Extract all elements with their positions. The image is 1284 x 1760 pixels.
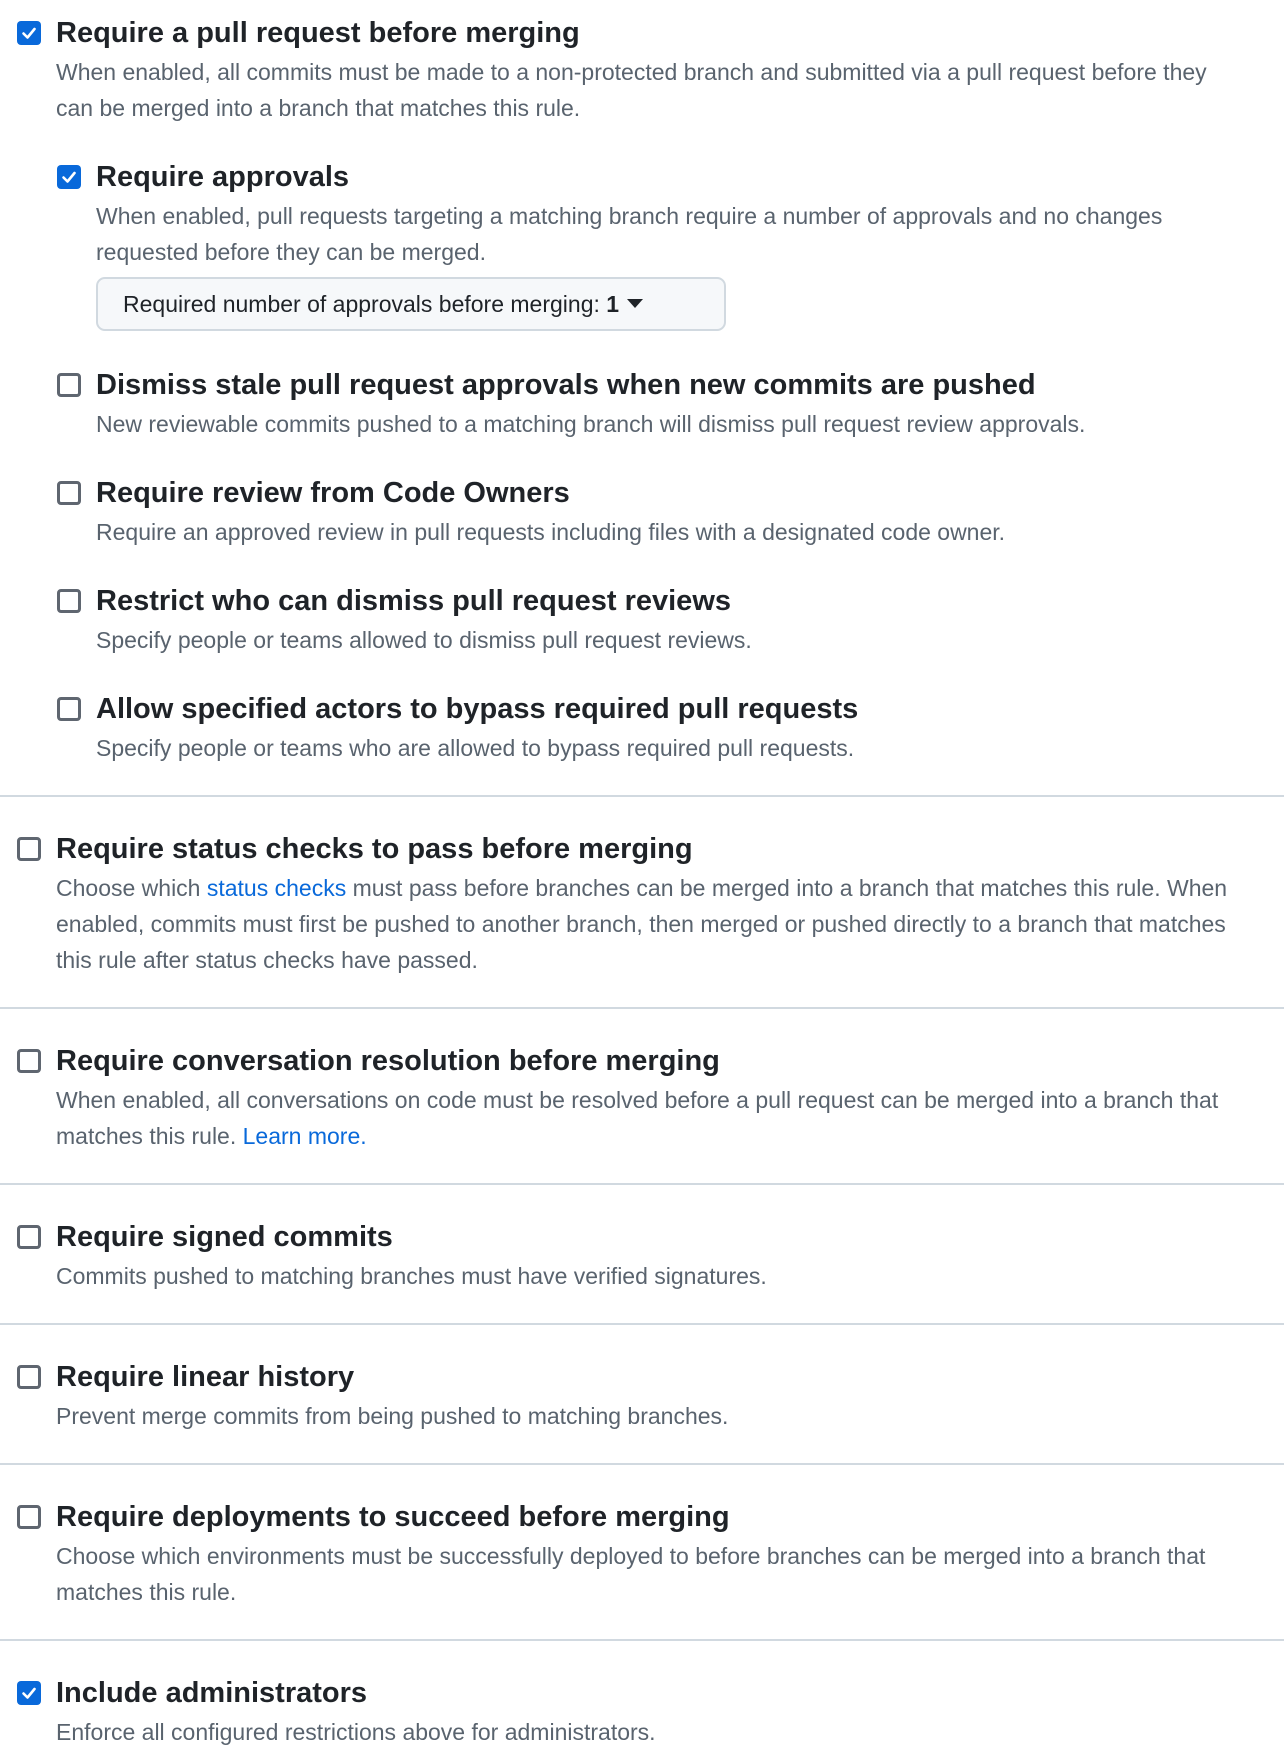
- require-pull-request-description: When enabled, all commits must be made t…: [56, 59, 1207, 121]
- code-owners-checkbox[interactable]: [57, 481, 81, 505]
- linear-history-description: Prevent merge commits from being pushed …: [56, 1403, 729, 1429]
- section-divider: [0, 1007, 1284, 1009]
- conversation-resolution-title[interactable]: Require conversation resolution before m…: [56, 1043, 720, 1079]
- deployments-description: Choose which environments must be succes…: [56, 1543, 1206, 1605]
- bypass-title[interactable]: Allow specified actors to bypass require…: [96, 691, 858, 727]
- status-checks-title[interactable]: Require status checks to pass before mer…: [56, 831, 693, 867]
- dismiss-stale-title[interactable]: Dismiss stale pull request approvals whe…: [96, 367, 1036, 403]
- restrict-dismiss-title[interactable]: Restrict who can dismiss pull request re…: [96, 583, 731, 619]
- signed-commits-checkbox[interactable]: [17, 1225, 41, 1249]
- require-approvals-description: When enabled, pull requests targeting a …: [96, 203, 1163, 265]
- approvals-count-value: 1: [606, 291, 620, 317]
- linear-history-checkbox[interactable]: [17, 1365, 41, 1389]
- approvals-count-select[interactable]: Required number of approvals before merg…: [96, 277, 726, 331]
- restrict-dismiss-description: Specify people or teams allowed to dismi…: [96, 627, 752, 653]
- status-checks-desc-before: Choose which: [56, 875, 201, 901]
- approvals-count-label: Required number of approvals before merg…: [123, 291, 600, 317]
- learn-more-suffix: .: [360, 1123, 367, 1149]
- deployments-title[interactable]: Require deployments to succeed before me…: [56, 1499, 730, 1535]
- dismiss-stale-description: New reviewable commits pushed to a match…: [96, 411, 1086, 437]
- checkmark-icon: [62, 171, 76, 183]
- include-administrators-checkbox[interactable]: [17, 1681, 41, 1705]
- signed-commits-description: Commits pushed to matching branches must…: [56, 1263, 767, 1289]
- conversation-resolution-checkbox[interactable]: [17, 1049, 41, 1073]
- status-checks-description: Choose which status checks must pass bef…: [56, 870, 1256, 978]
- section-divider: [0, 1183, 1284, 1185]
- code-owners-title[interactable]: Require review from Code Owners: [96, 475, 570, 511]
- linear-history-title[interactable]: Require linear history: [56, 1359, 354, 1395]
- restrict-dismiss-checkbox[interactable]: [57, 589, 81, 613]
- section-divider: [0, 795, 1284, 797]
- conversation-desc-text: When enabled, all conversations on code …: [56, 1087, 1219, 1149]
- bypass-description: Specify people or teams who are allowed …: [96, 735, 855, 761]
- require-pull-request-title[interactable]: Require a pull request before merging: [56, 15, 580, 51]
- include-administrators-description: Enforce all configured restrictions abov…: [56, 1719, 656, 1745]
- status-checks-checkbox[interactable]: [17, 837, 41, 861]
- dismiss-stale-checkbox[interactable]: [57, 373, 81, 397]
- bypass-checkbox[interactable]: [57, 697, 81, 721]
- signed-commits-title[interactable]: Require signed commits: [56, 1219, 393, 1255]
- section-divider: [0, 1323, 1284, 1325]
- require-approvals-title[interactable]: Require approvals: [96, 159, 349, 195]
- learn-more-link[interactable]: Learn more: [243, 1123, 361, 1149]
- require-approvals-checkbox[interactable]: [57, 165, 81, 189]
- checkmark-icon: [22, 27, 36, 39]
- conversation-resolution-description: When enabled, all conversations on code …: [56, 1082, 1236, 1154]
- caret-down-icon: [627, 299, 644, 309]
- status-checks-link[interactable]: status checks: [207, 875, 346, 901]
- section-divider: [0, 1463, 1284, 1465]
- include-administrators-title[interactable]: Include administrators: [56, 1675, 367, 1711]
- deployments-checkbox[interactable]: [17, 1505, 41, 1529]
- checkmark-icon: [22, 1687, 36, 1699]
- section-divider: [0, 1639, 1284, 1641]
- code-owners-description: Require an approved review in pull reque…: [96, 519, 1006, 545]
- require-pull-request-checkbox[interactable]: [17, 21, 41, 45]
